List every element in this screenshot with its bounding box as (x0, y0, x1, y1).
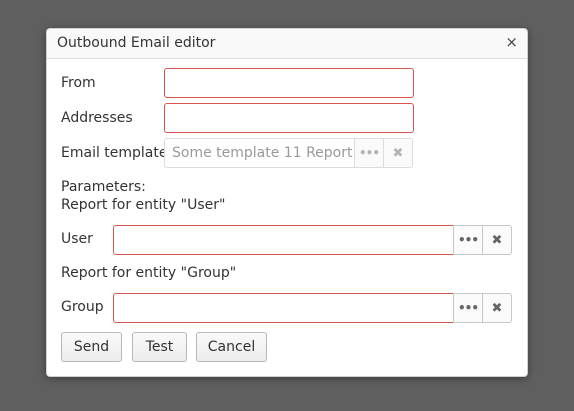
send-button[interactable]: Send (61, 332, 122, 362)
clear-icon: ✖ (392, 145, 404, 161)
group-lookup-button[interactable]: ••• (453, 293, 483, 323)
user-lookup-button[interactable]: ••• (453, 225, 483, 255)
template-clear-button: ✖ (383, 138, 413, 168)
dialog-title: Outbound Email editor (57, 35, 216, 51)
close-icon[interactable]: × (505, 33, 518, 51)
user-field[interactable] (113, 225, 454, 255)
outbound-email-editor-dialog: Outbound Email editor × From Addresses E… (46, 28, 528, 377)
test-button[interactable]: Test (132, 332, 187, 362)
parameters-label: Parameters: (61, 179, 146, 195)
ellipsis-icon: ••• (457, 233, 479, 247)
user-clear-button[interactable]: ✖ (482, 225, 512, 255)
email-template-label: Email template (61, 145, 168, 161)
group-field[interactable] (113, 293, 454, 323)
clear-icon: ✖ (491, 232, 503, 248)
from-field[interactable] (164, 68, 414, 98)
template-lookup-button: ••• (354, 138, 384, 168)
clear-icon: ✖ (491, 300, 503, 316)
report-group-label: Report for entity "Group" (61, 265, 237, 281)
ellipsis-icon: ••• (457, 301, 479, 315)
addresses-field[interactable] (164, 103, 414, 133)
group-label: Group (61, 299, 104, 315)
cancel-button[interactable]: Cancel (196, 332, 267, 362)
from-label: From (61, 75, 96, 91)
user-label: User (61, 231, 93, 247)
report-user-label: Report for entity "User" (61, 197, 226, 213)
group-clear-button[interactable]: ✖ (482, 293, 512, 323)
email-template-field: Some template 11 Report (164, 138, 355, 168)
addresses-label: Addresses (61, 110, 133, 126)
dialog-titlebar[interactable]: Outbound Email editor × (47, 29, 527, 59)
ellipsis-icon: ••• (358, 146, 380, 160)
